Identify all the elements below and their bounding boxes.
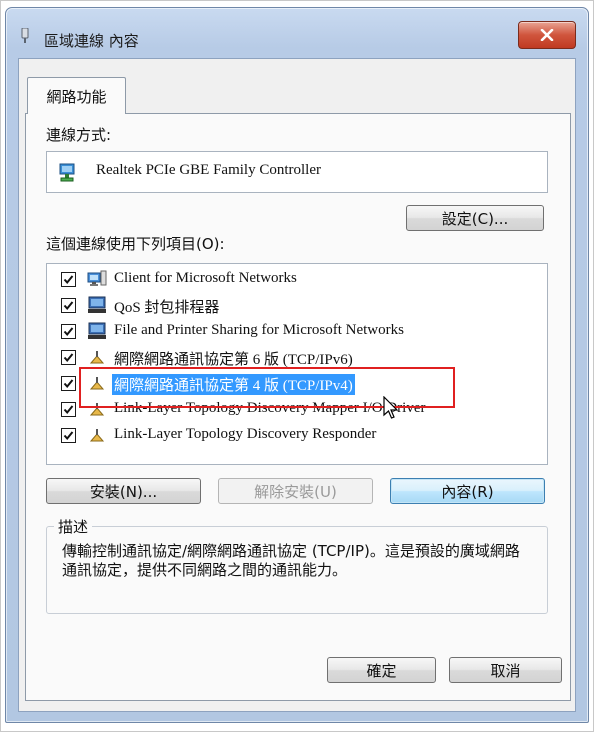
connect-using-label: 連線方式: — [46, 126, 112, 144]
description-title: 描述 — [54, 516, 93, 537]
protocol-icon — [89, 429, 105, 442]
item-label: Link-Layer Topology Discovery Mapper I/O… — [114, 400, 426, 416]
tab-networking[interactable]: 網路功能 — [27, 77, 126, 114]
cancel-button[interactable]: 取消 — [449, 657, 562, 683]
list-item[interactable]: Client for Microsoft Networks — [47, 269, 547, 291]
checkmark-icon — [63, 431, 74, 441]
properties-button[interactable]: 內容(R) — [390, 478, 545, 504]
close-icon — [540, 29, 554, 41]
item-label: QoS 封包排程器 — [114, 300, 220, 316]
checkmark-icon — [63, 379, 74, 389]
protocol-icon — [89, 403, 105, 416]
uninstall-button[interactable]: 解除安裝(U) — [218, 478, 373, 504]
item-label: File and Printer Sharing for Microsoft N… — [114, 322, 404, 338]
items-label: 這個連線使用下列項目(O): — [46, 235, 225, 253]
network-card-icon — [59, 163, 75, 182]
checkmark-icon — [63, 301, 74, 311]
adapter-field[interactable]: Realtek PCIe GBE Family Controller — [46, 151, 548, 193]
mouse-cursor-icon — [383, 396, 399, 419]
list-item[interactable]: File and Printer Sharing for Microsoft N… — [47, 321, 547, 343]
title-bar[interactable]: 區域連線 內容 — [6, 8, 588, 52]
item-label: 網際網路通訊協定第 4 版 (TCP/IPv4) — [112, 374, 355, 395]
install-button[interactable]: 安裝(N)... — [46, 478, 201, 504]
ok-button[interactable]: 確定 — [327, 657, 436, 683]
computer-icon — [88, 322, 106, 339]
protocol-icon — [89, 377, 105, 390]
computer-icon — [88, 296, 106, 313]
description-text: 傳輸控制通訊協定/網際網路通訊協定 (TCP/IP)。這是預設的廣域網路通訊協定… — [62, 542, 520, 579]
checkbox[interactable] — [61, 402, 76, 417]
list-item[interactable]: Link-Layer Topology Discovery Mapper I/O… — [47, 399, 547, 421]
checkbox[interactable] — [61, 350, 76, 365]
checkbox[interactable] — [61, 376, 76, 391]
list-item[interactable]: 網際網路通訊協定第 6 版 (TCP/IPv6) — [47, 347, 547, 369]
components-list[interactable]: Client for Microsoft Networks QoS 封包排程器 … — [46, 263, 548, 465]
checkmark-icon — [63, 275, 74, 285]
list-item[interactable]: Link-Layer Topology Discovery Responder — [47, 425, 547, 447]
checkmark-icon — [63, 353, 74, 363]
configure-button[interactable]: 設定(C)... — [406, 205, 544, 231]
item-label: Client for Microsoft Networks — [114, 270, 297, 286]
checkbox[interactable] — [61, 272, 76, 287]
network-adapter-icon — [21, 28, 29, 43]
checkbox[interactable] — [61, 324, 76, 339]
item-label: Link-Layer Topology Discovery Responder — [114, 426, 377, 442]
checkbox[interactable] — [61, 298, 76, 313]
adapter-name: Realtek PCIe GBE Family Controller — [96, 162, 321, 178]
close-button[interactable] — [518, 21, 576, 49]
protocol-icon — [89, 351, 105, 364]
checkmark-icon — [63, 327, 74, 337]
network-client-icon — [87, 270, 107, 286]
checkbox[interactable] — [61, 428, 76, 443]
checkmark-icon — [63, 405, 74, 415]
window-title: 區域連線 內容 — [44, 32, 139, 50]
list-item-selected[interactable]: 網際網路通訊協定第 4 版 (TCP/IPv4) — [47, 373, 547, 395]
item-label: 網際網路通訊協定第 6 版 (TCP/IPv6) — [114, 352, 353, 368]
list-item[interactable]: QoS 封包排程器 — [47, 295, 547, 317]
